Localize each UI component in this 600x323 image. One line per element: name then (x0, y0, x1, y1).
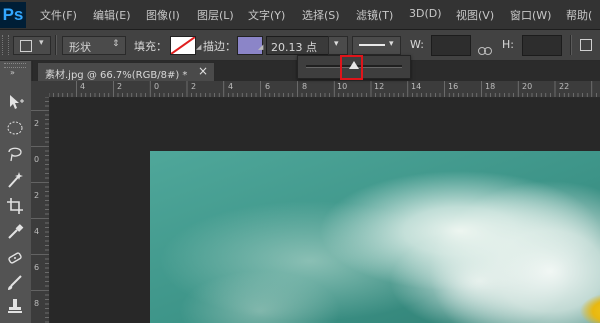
menu-layer[interactable]: 图层(L) (197, 7, 234, 23)
tool-preset-picker[interactable]: ▾ (13, 36, 51, 55)
path-operations-icon[interactable] (580, 39, 592, 51)
ruler-label: 18 (485, 82, 496, 91)
ruler-label: 0 (154, 82, 160, 91)
ruler-label: 22 (559, 82, 570, 91)
chevron-down-icon: ▾ (334, 39, 339, 49)
grip-handle[interactable] (2, 35, 9, 55)
brush-icon[interactable] (6, 273, 24, 291)
shape-mode-select[interactable]: 形状 ⇕ (62, 36, 126, 55)
horizontal-ruler[interactable]: 4 2 0 2 4 6 8 10 12 14 16 18 20 22 (49, 81, 600, 98)
ruler-label: 4 (228, 82, 234, 91)
solid-line-icon (359, 44, 385, 46)
width-input[interactable] (431, 35, 471, 56)
move-icon[interactable] (6, 93, 24, 111)
horizontal-ruler-ticks (49, 81, 597, 97)
magic-wand-icon[interactable] (6, 171, 24, 189)
ruler-label: 8 (34, 299, 40, 308)
ruler-label: 2 (117, 82, 123, 91)
ruler-label: 6 (34, 263, 40, 272)
menu-file[interactable]: 文件(F) (40, 7, 77, 23)
ruler-origin[interactable] (31, 81, 50, 98)
ruler-label: 2 (191, 82, 197, 91)
stroke-width-input[interactable]: 20.13 点 (266, 36, 329, 55)
link-icon[interactable] (478, 40, 492, 55)
menu-image[interactable]: 图像(I) (146, 7, 180, 23)
expand-icon[interactable]: » (10, 68, 15, 77)
menu-window[interactable]: 窗口(W) (510, 7, 551, 23)
clone-stamp-icon[interactable] (6, 297, 24, 315)
menu-help[interactable]: 帮助( (566, 7, 592, 23)
menu-bar: Ps 文件(F) 编辑(E) 图像(I) 图层(L) 文字(Y) 选择(S) 滤… (0, 0, 600, 30)
ruler-label: 0 (34, 155, 40, 164)
menu-filter[interactable]: 滤镜(T) (356, 7, 393, 23)
toolbox: » (0, 61, 32, 323)
lasso-icon[interactable] (6, 145, 24, 163)
chevron-down-icon: ▾ (389, 39, 394, 49)
ruler-label: 6 (265, 82, 271, 91)
width-label: W: (410, 38, 424, 51)
toolbox-grip[interactable] (4, 63, 26, 68)
highlight-box (340, 55, 363, 80)
document-image[interactable] (150, 151, 600, 323)
ruler-label: 10 (337, 82, 348, 91)
stroke-width-value: 20.13 点 (271, 41, 317, 54)
height-input[interactable] (522, 35, 562, 56)
stroke-width-dropdown[interactable]: ▾ (328, 36, 348, 55)
no-fill-icon (171, 37, 195, 54)
crop-icon[interactable] (6, 197, 24, 215)
ellipse-marquee-icon[interactable] (6, 119, 24, 137)
updown-icon: ⇕ (112, 39, 120, 49)
ruler-label: 4 (80, 82, 86, 91)
ruler-label: 2 (34, 119, 40, 128)
photoshop-logo[interactable]: Ps (0, 2, 26, 28)
menu-type[interactable]: 文字(Y) (248, 7, 285, 23)
shape-mode-value: 形状 (69, 41, 91, 54)
stroke-label: 描边： (203, 40, 236, 53)
menu-select[interactable]: 选择(S) (302, 7, 340, 23)
rectangle-tool-icon (20, 40, 32, 52)
menu-view[interactable]: 视图(V) (456, 7, 494, 23)
ruler-label: 16 (448, 82, 459, 91)
height-label: H: (502, 38, 514, 51)
menu-3d[interactable]: 3D(D) (409, 7, 442, 20)
vertical-ruler-ticks (31, 97, 49, 323)
menu-edit[interactable]: 编辑(E) (93, 7, 131, 23)
ruler-label: 20 (522, 82, 533, 91)
ruler-label: 12 (374, 82, 385, 91)
fill-swatch[interactable] (170, 36, 196, 55)
ruler-label: 8 (302, 82, 308, 91)
healing-brush-icon[interactable] (6, 249, 24, 267)
close-icon[interactable]: × (198, 64, 208, 78)
ruler-label: 14 (411, 82, 422, 91)
fill-dropdown-icon[interactable]: ◢ (196, 43, 201, 51)
fill-label: 填充： (134, 40, 167, 53)
document-tab-title: 素材.jpg @ 66.7%(RGB/8#) * (45, 70, 188, 81)
stroke-dropdown-icon[interactable]: ◢ (258, 43, 263, 51)
ruler-label: 4 (34, 227, 40, 236)
stroke-type-select[interactable]: ▾ (352, 36, 401, 55)
eyedropper-icon[interactable] (6, 223, 24, 241)
document-tab[interactable]: 素材.jpg @ 66.7%(RGB/8#) * × (37, 62, 215, 82)
vertical-ruler[interactable]: 2 0 2 4 6 8 (31, 97, 50, 323)
ruler-label: 2 (34, 191, 40, 200)
chevron-down-icon: ▾ (39, 38, 44, 48)
